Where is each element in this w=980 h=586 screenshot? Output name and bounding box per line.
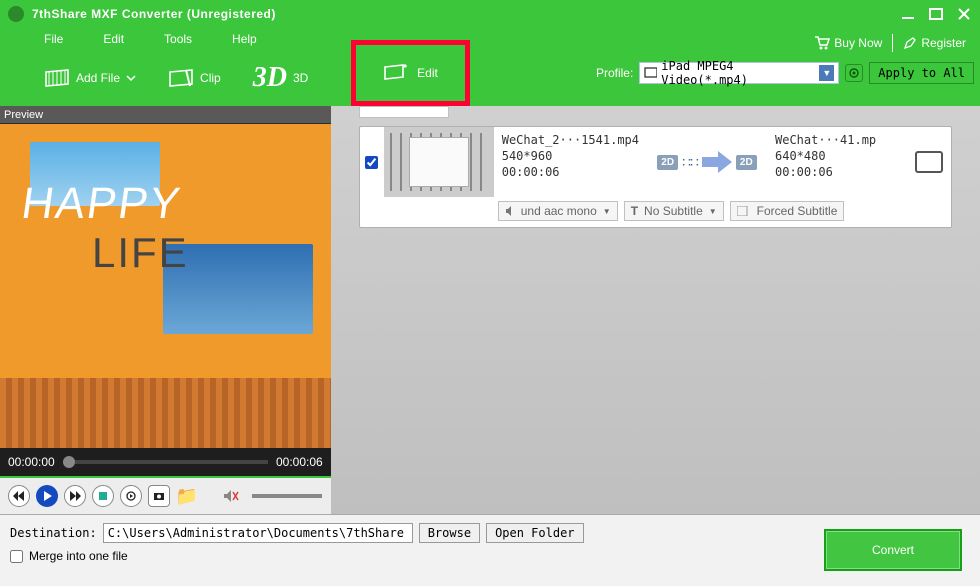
source-filename: WeChat_2···1541.mp4 [502,133,639,147]
open-folder-button[interactable]: Open Folder [486,523,583,543]
output-resolution: 640*480 [775,149,899,163]
apply-to-all-button[interactable]: Apply to All [869,62,974,84]
clip-film-icon [168,68,194,88]
play-button[interactable] [36,485,58,507]
close-icon[interactable] [956,6,972,22]
forced-subtitle-label: Forced Subtitle [757,204,838,218]
menu-edit[interactable]: Edit [97,30,130,48]
dots-icon: ∷∷ [682,154,698,171]
three-d-icon: 3D [253,62,287,94]
checkbox-off-icon [737,206,751,216]
time-total: 00:00:06 [276,455,323,469]
menu-tools[interactable]: Tools [158,30,198,48]
buy-now-button[interactable]: Buy Now [814,36,882,50]
speaker-icon [505,206,515,216]
menu-help[interactable]: Help [226,30,263,48]
time-current: 00:00:00 [8,455,55,469]
chevron-down-icon: ▼ [819,65,834,81]
film-icon [44,68,70,88]
audio-track-select[interactable]: und aac mono ▼ [498,201,618,221]
film-sparkle-icon [383,63,409,83]
browse-button[interactable]: Browse [419,523,480,543]
source-duration: 00:00:06 [502,165,639,179]
volume-slider[interactable] [252,494,322,498]
convert-button[interactable]: Convert [824,529,962,571]
file-checkbox[interactable] [365,156,378,169]
merge-label: Merge into one file [29,549,128,563]
destination-label: Destination: [10,526,97,540]
forced-subtitle-toggle[interactable]: Forced Subtitle [730,201,845,221]
file-thumbnail [384,127,494,197]
pencil-icon [903,36,917,50]
file-item[interactable]: WeChat_2···1541.mp4 540*960 00:00:06 2D … [359,126,952,228]
arrow-right-icon [702,149,732,175]
minimize-icon[interactable] [900,6,916,22]
profile-select[interactable]: iPad MPEG4 Video(*.mp4) ▼ [639,62,839,84]
profile-value: iPad MPEG4 Video(*.mp4) [661,59,815,87]
subtitle-select[interactable]: T No Subtitle ▼ [624,201,724,221]
conversion-arrow: 2D ∷∷ 2D [647,127,767,197]
profile-label: Profile: [596,66,633,80]
three-d-label: 3D [293,71,308,85]
chevron-down-icon [126,73,136,83]
prev-button[interactable] [8,485,30,507]
preview-image: HAPPY LIFE [0,124,331,448]
text-icon: T [631,204,638,218]
device-icon [644,67,657,79]
output-device-icon [907,127,951,197]
clip-button[interactable]: Clip [158,64,231,92]
mute-button[interactable] [220,485,242,507]
source-resolution: 540*960 [502,149,639,163]
subtitle-label: No Subtitle [644,204,703,218]
badge-in: 2D [657,155,678,170]
buy-now-label: Buy Now [834,36,882,50]
output-filename: WeChat···41.mp [775,133,899,147]
audio-track-label: und aac mono [521,204,597,218]
player-controls: 📁 [0,476,331,514]
list-tab[interactable] [359,106,449,118]
chevron-down-icon: ▼ [603,207,611,216]
three-d-button[interactable]: 3D 3D [243,58,319,98]
maximize-icon[interactable] [928,6,944,22]
edit-label: Edit [417,66,438,80]
add-file-label: Add File [76,71,120,85]
app-logo-icon [8,6,24,22]
menu-file[interactable]: File [38,30,69,48]
cart-icon [814,36,830,50]
preview-header: Preview [0,106,331,124]
chevron-down-icon: ▼ [709,207,717,216]
seek-slider[interactable] [63,460,268,464]
preview-text-happy: HAPPY [18,179,184,229]
register-label: Register [921,36,966,50]
step-button[interactable] [120,485,142,507]
merge-checkbox[interactable] [10,550,23,563]
snapshot-button[interactable] [148,485,170,507]
window-title: 7thShare MXF Converter (Unregistered) [32,7,900,21]
badge-out: 2D [736,155,757,170]
output-duration: 00:00:06 [775,165,899,179]
stop-button[interactable] [92,485,114,507]
next-button[interactable] [64,485,86,507]
edit-button[interactable]: Edit [351,40,470,106]
clip-label: Clip [200,71,221,85]
gear-icon [848,67,860,79]
add-file-button[interactable]: Add File [34,64,146,92]
preview-text-life: LIFE [92,229,189,277]
snapshots-folder-button[interactable]: 📁 [176,485,198,507]
convert-label: Convert [872,543,914,557]
destination-input[interactable] [103,523,413,543]
register-button[interactable]: Register [903,36,966,50]
profile-settings-button[interactable] [845,64,863,82]
